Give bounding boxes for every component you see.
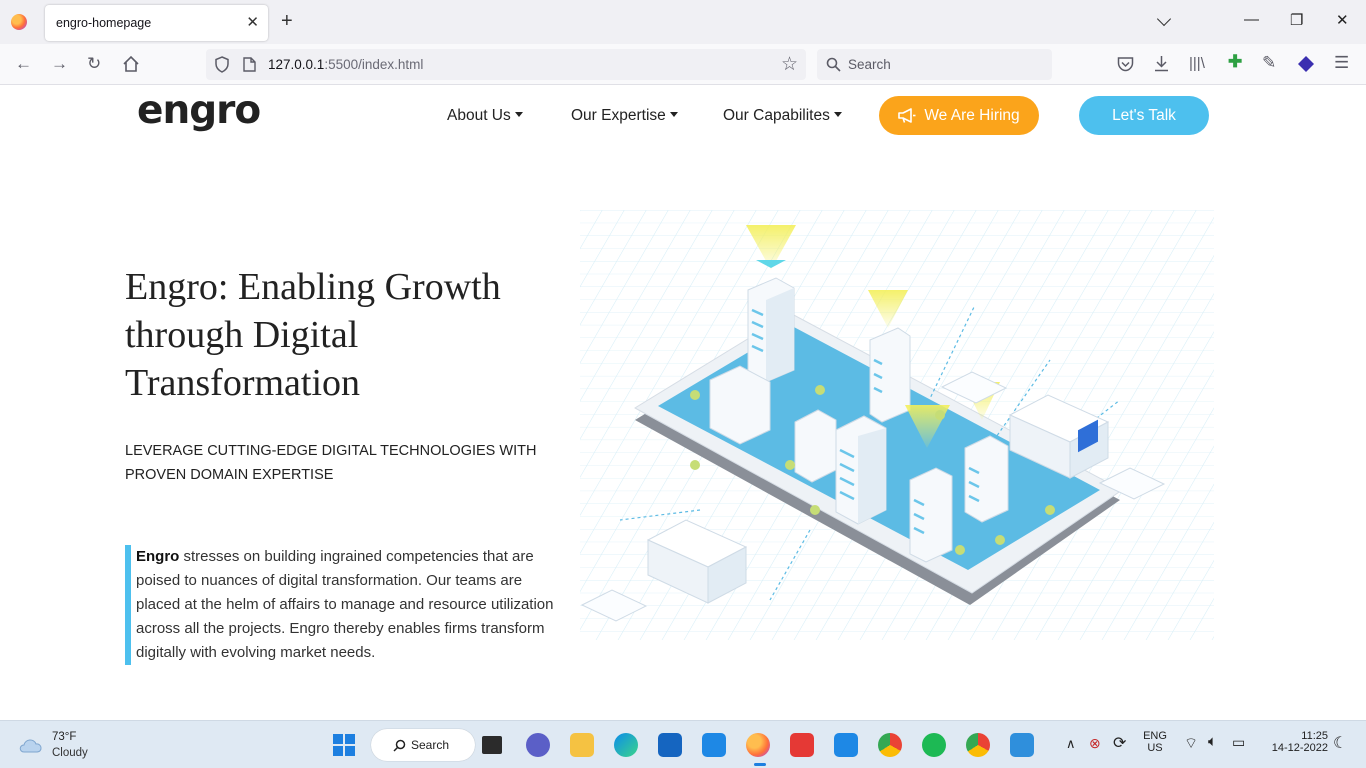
search-icon	[393, 739, 406, 752]
hero-subtitle: LEVERAGE CUTTING-EDGE DIGITAL TECHNOLOGI…	[125, 443, 537, 483]
volume-icon[interactable]: 🔈︎	[1208, 733, 1217, 750]
search-placeholder: Search	[848, 57, 891, 72]
chat-icon[interactable]	[526, 733, 550, 757]
notification-center-moon-icon[interactable]: ☾	[1333, 733, 1347, 753]
wps-office-icon[interactable]	[790, 733, 814, 757]
home-icon[interactable]	[122, 55, 140, 73]
close-window-icon[interactable]: ✕	[1336, 11, 1349, 29]
smart-city-illustration	[580, 210, 1214, 640]
nav-about-us[interactable]: About Us	[447, 107, 523, 125]
extension-plus-icon[interactable]: ✚	[1228, 52, 1242, 72]
weather-temperature[interactable]: 73°F	[52, 731, 76, 743]
chrome-profile-1-icon[interactable]	[878, 733, 902, 757]
weather-condition[interactable]: Cloudy	[52, 747, 88, 759]
lets-talk-button[interactable]: Let's Talk	[1079, 96, 1209, 135]
url-host: 127.0.0.1	[268, 57, 325, 72]
search-icon	[826, 57, 841, 72]
nav-our-expertise[interactable]: Our Expertise	[571, 107, 678, 125]
back-arrow-icon[interactable]: ←	[15, 54, 32, 74]
firefox-taskbar-icon[interactable]	[746, 733, 770, 757]
shield-icon[interactable]	[214, 56, 230, 73]
clock[interactable]: 11:25 14-12-2022	[1258, 730, 1328, 754]
clock-date: 14-12-2022	[1271, 742, 1328, 754]
hero-title: Engro: Enabling Growth through Digital T…	[125, 266, 501, 404]
downloads-icon[interactable]	[1153, 55, 1170, 72]
page-info-icon[interactable]	[243, 57, 256, 72]
library-icon[interactable]: |||\	[1189, 55, 1205, 72]
windows-start-icon[interactable]	[333, 734, 355, 756]
taskbar-search-label: Search	[411, 738, 450, 752]
restore-window-icon[interactable]: ❐	[1290, 11, 1303, 29]
pocket-icon[interactable]	[1117, 56, 1134, 72]
browser-tab-active[interactable]: engro-homepage ✕	[45, 5, 268, 41]
mail-icon[interactable]	[702, 733, 726, 757]
webpage: engro About Us Our Expertise Our Capabil…	[0, 85, 1366, 720]
hero-description-text: stresses on building ingrained competenc…	[136, 548, 554, 661]
nav-our-capabilities[interactable]: Our Capabilites	[723, 107, 842, 125]
lets-talk-label: Let's Talk	[1112, 106, 1176, 124]
taskbar-search-box[interactable]: Search	[371, 729, 475, 761]
we-are-hiring-button[interactable]: We Are Hiring	[879, 96, 1039, 135]
tray-sync-icon[interactable]: ⟳	[1113, 733, 1126, 753]
show-hidden-icons-chevron[interactable]: ∧	[1066, 736, 1076, 752]
language-code: ENG	[1143, 730, 1167, 742]
wifi-icon[interactable]: ⌔	[1184, 734, 1198, 753]
forward-arrow-icon[interactable]: →	[51, 54, 68, 74]
active-app-indicator	[754, 763, 766, 766]
firefox-menu-icon[interactable]	[11, 14, 27, 30]
task-view-icon[interactable]	[482, 736, 502, 754]
engro-logo[interactable]: engro	[137, 88, 261, 133]
file-explorer-icon[interactable]	[570, 733, 594, 757]
hero-description-bold: Engro	[136, 548, 180, 565]
reload-icon[interactable]: ↻	[87, 54, 101, 74]
windows-taskbar: 73°F Cloudy Search ∧ ⊗ ⟳ ENG US ⌔ 🔈︎ ▭ 1…	[0, 720, 1366, 768]
edge-browser-icon[interactable]	[614, 733, 638, 757]
search-bar[interactable]: Search	[817, 49, 1052, 80]
vscode-icon[interactable]	[834, 733, 858, 757]
list-all-tabs-chevron-icon[interactable]	[1156, 11, 1172, 27]
caret-down-icon	[833, 112, 842, 117]
nav-expertise-label: Our Expertise	[571, 107, 666, 124]
language-region: US	[1147, 742, 1163, 754]
hamburger-menu-icon[interactable]: ☰	[1334, 53, 1349, 73]
eyedropper-extension-icon[interactable]: ✎	[1262, 53, 1276, 73]
caret-down-icon	[514, 112, 523, 117]
spotify-icon[interactable]	[922, 733, 946, 757]
extension-diamond-icon[interactable]	[1297, 55, 1315, 73]
minimize-window-icon[interactable]: —	[1244, 11, 1259, 28]
browser-tab-bar: engro-homepage ✕ + — ❐ ✕	[0, 0, 1366, 44]
hero-description: Engro stresses on building ingrained com…	[125, 545, 565, 665]
url-path: :5500/index.html	[324, 57, 424, 72]
tray-notification-icon[interactable]: ⊗	[1089, 735, 1101, 752]
browser-navigation-bar: ← → ↻ 127.0.0.1:5500/index.html ☆ Search…	[0, 44, 1366, 85]
tab-title: engro-homepage	[56, 16, 152, 30]
photos-app-icon[interactable]	[1010, 733, 1034, 757]
chrome-profile-2-icon[interactable]	[966, 733, 990, 757]
clock-time: 11:25	[1301, 730, 1328, 742]
hiring-label: We Are Hiring	[924, 106, 1020, 124]
caret-down-icon	[669, 112, 678, 117]
megaphone-icon	[898, 108, 916, 123]
new-tab-plus-icon[interactable]: +	[281, 10, 293, 33]
language-indicator[interactable]: ENG US	[1140, 730, 1170, 754]
bookmark-star-icon[interactable]: ☆	[781, 53, 798, 76]
address-bar[interactable]: 127.0.0.1:5500/index.html ☆	[206, 49, 806, 80]
nav-capabilities-label: Our Capabilites	[723, 107, 830, 124]
nav-about-label: About Us	[447, 107, 511, 124]
battery-icon[interactable]: ▭	[1232, 734, 1245, 751]
close-tab-icon[interactable]: ✕	[246, 13, 259, 31]
microsoft-store-icon[interactable]	[658, 733, 682, 757]
url-text[interactable]: 127.0.0.1:5500/index.html	[268, 57, 423, 72]
cloudy-weather-icon[interactable]	[17, 733, 45, 755]
